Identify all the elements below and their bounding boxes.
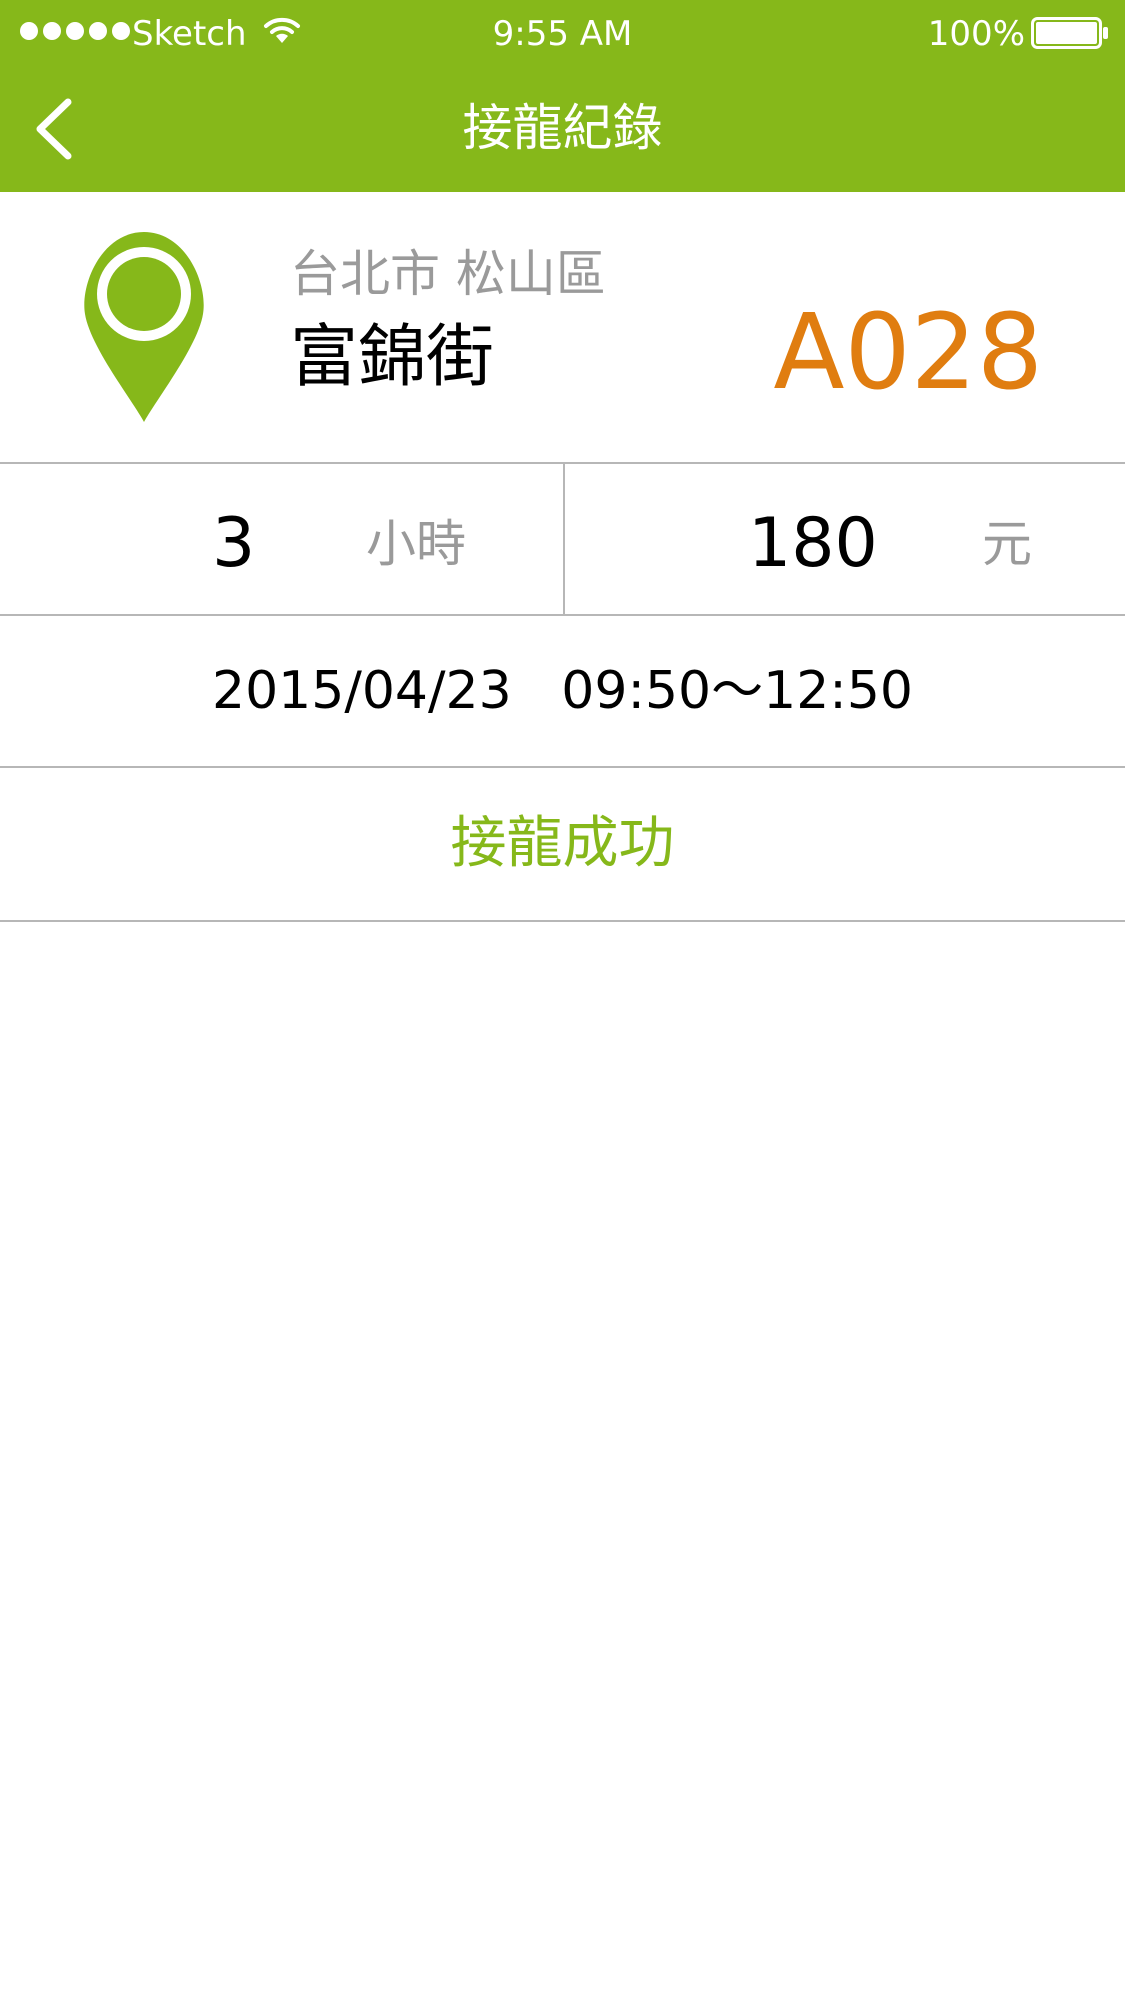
page-title: 接龍紀錄 <box>462 99 663 157</box>
battery-percent: 100% <box>927 14 1025 54</box>
datetime-row: 2015/04/23 09:50～12:50 <box>0 616 1125 768</box>
street-name: 富錦街 <box>290 318 495 397</box>
nav-bar: 接龍紀錄 <box>0 64 1125 192</box>
location-row: 台北市 松山區 富錦街 A028 <box>0 192 1125 464</box>
stats-row: 3 小時 180 元 <box>0 464 1125 616</box>
result-status: 接龍成功 <box>450 811 675 876</box>
parking-spot-code: A028 <box>773 291 1043 413</box>
header: Sketch 9:55 AM 100% 接龍紀錄 <box>0 0 1125 192</box>
datetime-range: 2015/04/23 09:50～12:50 <box>211 661 913 721</box>
battery-icon <box>1031 17 1108 49</box>
price-unit: 元 <box>982 515 1032 573</box>
map-pin-icon <box>84 232 204 422</box>
price-value: 180 <box>748 504 878 583</box>
hours-value: 3 <box>212 504 256 583</box>
hours-unit: 小時 <box>366 515 466 573</box>
chevron-left-icon[interactable] <box>26 94 86 164</box>
status-row: 接龍成功 <box>0 768 1125 922</box>
district-label: 台北市 松山區 <box>290 245 606 303</box>
stats-divider <box>563 464 565 614</box>
screen: Sketch 9:55 AM 100% 接龍紀錄 台北市 松山區 富錦街 A02… <box>0 0 1125 2001</box>
status-bar: Sketch 9:55 AM 100% <box>0 0 1125 64</box>
